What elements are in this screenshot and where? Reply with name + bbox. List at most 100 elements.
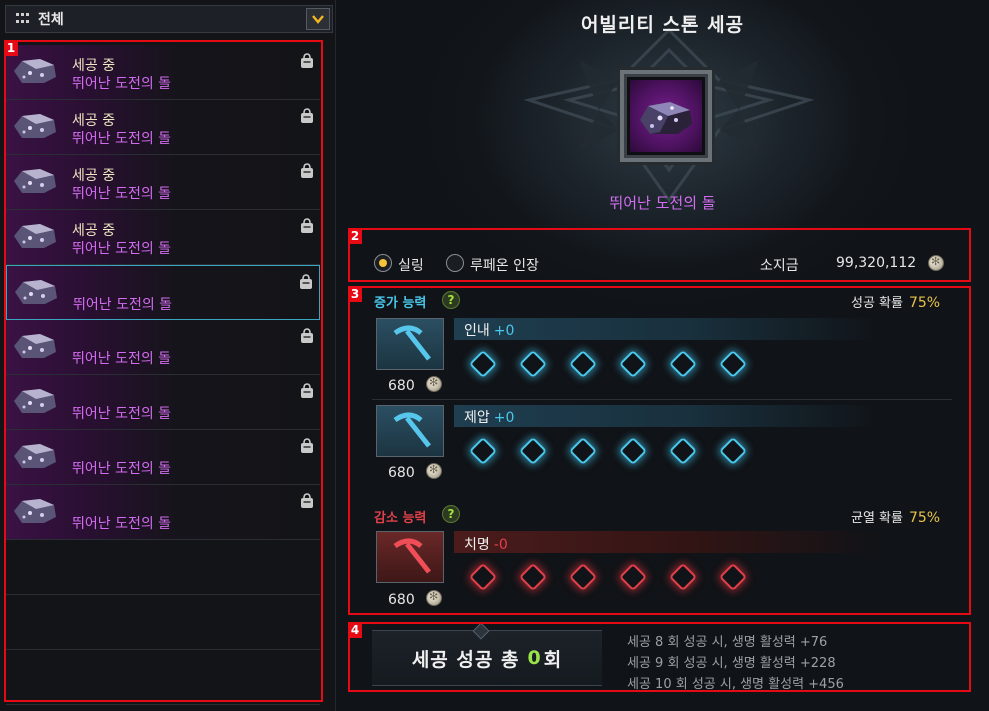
success-total-panel: 세공 성공 총 0 회	[372, 622, 602, 686]
increase-header: 증가 능력	[374, 296, 427, 311]
ability-3-bar	[454, 531, 884, 553]
stone-frame	[620, 70, 712, 162]
list-item-empty	[6, 650, 320, 705]
ability-2-label: 제압	[464, 410, 490, 426]
item-name: 뛰어난 도전의 돌	[72, 516, 172, 532]
crack-rate-label: 균열 확률	[851, 511, 903, 526]
seal-radio[interactable]	[446, 254, 464, 272]
slot-empty	[718, 562, 748, 592]
chevron-down-icon[interactable]	[306, 8, 330, 30]
item-name: 뛰어난 도전의 돌	[73, 297, 173, 313]
stone-icon	[14, 169, 56, 193]
help-icon[interactable]: ?	[442, 505, 460, 523]
slot-empty	[668, 436, 698, 466]
filter-dropdown[interactable]: 전체	[5, 5, 333, 33]
silver-coin-icon	[426, 590, 442, 606]
stone-icon	[14, 444, 56, 468]
success-total-count: 0	[527, 647, 542, 669]
item-status: 세공 중	[72, 223, 116, 239]
ability-1-cost: 680	[388, 378, 415, 394]
ability-2-name: 제압 +0	[464, 407, 514, 427]
stone-icon	[14, 59, 56, 83]
success-rate-label: 성공 확률	[851, 296, 903, 311]
window-title: 어빌리티 스톤 세공	[580, 14, 745, 36]
silver-label: 실링	[398, 258, 424, 274]
stone-icon	[14, 334, 56, 358]
grid-icon	[16, 13, 30, 25]
bonus-line: 세공 9 회 성공 시, 생명 활성력 +228	[627, 656, 836, 671]
held-money-label: 소지금	[760, 258, 799, 274]
silver-radio[interactable]	[374, 254, 392, 272]
ability-3-button[interactable]	[376, 531, 444, 583]
bag-icon	[300, 274, 312, 289]
list-item[interactable]: 뛰어난 도전의 돌	[6, 375, 320, 430]
slot-empty	[568, 562, 598, 592]
list-item[interactable]: 뛰어난 도전의 돌	[6, 485, 320, 540]
stone-list: 세공 중 뛰어난 도전의 돌 세공 중 뛰어난 도전의 돌 세공 중 뛰어난 도…	[6, 45, 320, 705]
ability-2-bar	[454, 405, 884, 427]
seal-label: 루페온 인장	[470, 258, 539, 274]
badge-4: 4	[348, 622, 362, 638]
silver-coin-icon	[426, 376, 442, 392]
silver-coin-icon	[928, 255, 944, 271]
slot-empty	[618, 436, 648, 466]
stone-cutting-window: 전체 세공 중 뛰어난 도전의 돌 세공 중 뛰어난 도전의 돌 세공 중 뛰어…	[0, 0, 989, 711]
list-item-empty	[6, 595, 320, 650]
item-name: 뛰어난 도전의 돌	[72, 406, 172, 422]
slot-empty	[618, 349, 648, 379]
ability-3-label: 치명	[464, 537, 490, 553]
slot-empty	[468, 562, 498, 592]
item-status: 세공 중	[72, 58, 116, 74]
selected-item-name: 뛰어난 도전의 돌	[609, 194, 716, 212]
bag-icon	[301, 163, 313, 178]
ability-1-name: 인내 +0	[464, 320, 514, 340]
bag-icon	[301, 218, 313, 233]
slot-empty	[518, 562, 548, 592]
bag-icon	[301, 493, 313, 508]
item-name: 뛰어난 도전의 돌	[72, 76, 172, 92]
ability-2-button[interactable]	[376, 405, 444, 457]
item-status: 세공 중	[72, 113, 116, 129]
slot-empty	[518, 349, 548, 379]
crack-rate-value: 75%	[908, 510, 941, 526]
silver-coin-icon	[426, 463, 442, 479]
slot-empty	[668, 562, 698, 592]
slot-empty	[568, 436, 598, 466]
success-rate-value: 75%	[908, 295, 941, 311]
ability-1-button[interactable]	[376, 318, 444, 370]
bonus-line: 세공 8 회 성공 시, 생명 활성력 +76	[627, 635, 828, 650]
stone-icon	[14, 224, 56, 248]
list-item[interactable]: 뛰어난 도전의 돌	[6, 430, 320, 485]
item-name: 뛰어난 도전의 돌	[72, 351, 172, 367]
ability-3-cost: 680	[388, 592, 415, 608]
list-item-selected[interactable]: 뛰어난 도전의 돌	[6, 265, 320, 320]
ability-3-name: 치명 -0	[464, 534, 508, 554]
list-item[interactable]: 세공 중 뛰어난 도전의 돌	[6, 45, 320, 100]
cutting-panel: 어빌리티 스톤 세공 뛰어난 도전의 돌 실링 루페온 인장 소지금 99,32…	[336, 0, 989, 711]
bag-icon	[301, 53, 313, 68]
stone-icon	[15, 280, 57, 304]
ornament-diamond	[472, 622, 490, 640]
held-money-value: 99,320,112	[836, 255, 917, 271]
item-name: 뛰어난 도전의 돌	[72, 186, 172, 202]
ability-2-cost: 680	[388, 465, 415, 481]
help-icon[interactable]: ?	[442, 291, 460, 309]
list-item[interactable]: 뛰어난 도전의 돌	[6, 320, 320, 375]
bag-icon	[301, 383, 313, 398]
item-name: 뛰어난 도전의 돌	[72, 241, 172, 257]
slot-empty	[568, 349, 598, 379]
slot-empty	[718, 436, 748, 466]
stone-icon	[14, 499, 56, 523]
decrease-header: 감소 능력	[374, 511, 427, 526]
slot-empty	[718, 349, 748, 379]
crack-rate: 균열 확률 75%	[851, 507, 940, 526]
ability-3-value: -0	[493, 537, 508, 553]
success-total-suffix: 회	[543, 648, 563, 671]
badge-3: 3	[348, 286, 362, 302]
list-item[interactable]: 세공 중 뛰어난 도전의 돌	[6, 155, 320, 210]
list-item[interactable]: 세공 중 뛰어난 도전의 돌	[6, 210, 320, 265]
badge-1: 1	[4, 40, 18, 56]
bonus-line: 세공 10 회 성공 시, 생명 활성력 +456	[627, 677, 844, 692]
slot-empty	[518, 436, 548, 466]
list-item[interactable]: 세공 중 뛰어난 도전의 돌	[6, 100, 320, 155]
